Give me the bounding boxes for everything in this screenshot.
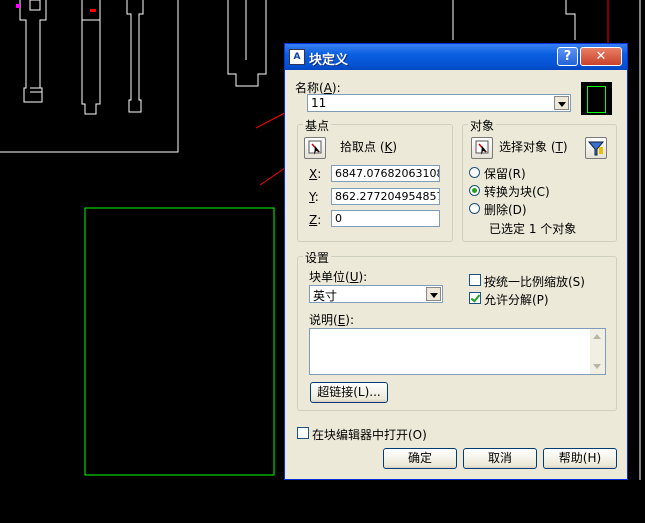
part-outline-3 [126, 0, 144, 113]
x-input[interactable]: 6847.076820631089 [331, 165, 440, 182]
uniform-scale-label: 按统一比例缩放(S) [484, 275, 585, 289]
selected-rectangle [84, 207, 275, 476]
delete-label: 删除(D) [484, 203, 527, 217]
scroll-down-icon[interactable] [593, 364, 601, 369]
drawing-frame [0, 0, 179, 153]
ok-button[interactable]: 确定 [383, 448, 457, 469]
name-value: 11 [311, 96, 327, 110]
description-textarea[interactable] [309, 328, 606, 375]
allow-explode-checkbox[interactable] [469, 292, 481, 304]
unit-combobox[interactable]: 英寸 [309, 285, 443, 303]
hyperlink-button[interactable]: 超链接(L)... [310, 382, 388, 403]
selected-count: 已选定 1 个对象 [489, 222, 577, 236]
autocad-app-icon: A [289, 49, 305, 65]
scroll-up-icon[interactable] [593, 334, 601, 339]
cancel-button[interactable]: 取消 [463, 448, 537, 469]
description-label: 说明(E): [309, 313, 355, 327]
title-bar[interactable]: A 块定义 ? ✕ [285, 44, 627, 70]
objects-title: 对象 [468, 117, 497, 134]
z-input[interactable]: 0 [331, 210, 440, 227]
select-objects-icon [475, 140, 489, 155]
pick-point-label: 拾取点 (K) [340, 140, 398, 154]
retain-label: 保留(R) [484, 167, 526, 181]
filter-funnel-icon [587, 141, 605, 156]
block-preview [581, 82, 612, 115]
unit-label: 块单位(U): [309, 270, 368, 284]
z-label: Z: [309, 213, 322, 227]
basepoint-title: 基点 [303, 117, 332, 134]
select-objects-label: 选择对象 (T) [499, 140, 568, 154]
name-combobox[interactable]: 11 [307, 94, 571, 112]
part-outline-4 [227, 0, 267, 87]
y-label: Y: [309, 190, 319, 204]
chevron-down-icon[interactable] [554, 96, 569, 110]
convert-label: 转换为块(C) [484, 185, 550, 199]
delete-radio[interactable] [469, 203, 480, 214]
retain-radio[interactable] [469, 167, 480, 178]
x-label: X: [309, 167, 322, 181]
title-close-button[interactable]: ✕ [580, 47, 622, 66]
help-button[interactable]: 帮助(H) [543, 448, 617, 469]
part-outline-2 [81, 0, 101, 115]
block-definition-dialog: A 块定义 ? ✕ 名称(A): 11 基点 拾取点 (K) X: 6847.0… [284, 43, 628, 480]
uniform-scale-checkbox[interactable] [469, 274, 481, 286]
y-input[interactable]: 862.2772049548576 [331, 188, 440, 205]
allow-explode-label: 允许分解(P) [484, 293, 549, 307]
settings-title: 设置 [303, 249, 332, 266]
description-scrollbar[interactable] [590, 329, 605, 374]
red-marker [90, 9, 96, 12]
chevron-down-icon[interactable] [426, 287, 441, 301]
pick-point-button[interactable] [304, 137, 326, 159]
quick-select-button[interactable] [585, 137, 607, 159]
select-objects-button[interactable] [471, 137, 493, 159]
pick-point-icon [308, 140, 322, 155]
open-in-editor-checkbox[interactable] [297, 427, 309, 439]
dialog-title: 块定义 [309, 53, 349, 68]
unit-value: 英寸 [313, 289, 338, 303]
part-outline-1 [19, 0, 47, 103]
convert-radio[interactable] [469, 185, 480, 196]
open-in-editor-label: 在块编辑器中打开(O) [312, 428, 427, 442]
title-help-button[interactable]: ? [557, 47, 578, 66]
grip-marker [16, 4, 20, 8]
